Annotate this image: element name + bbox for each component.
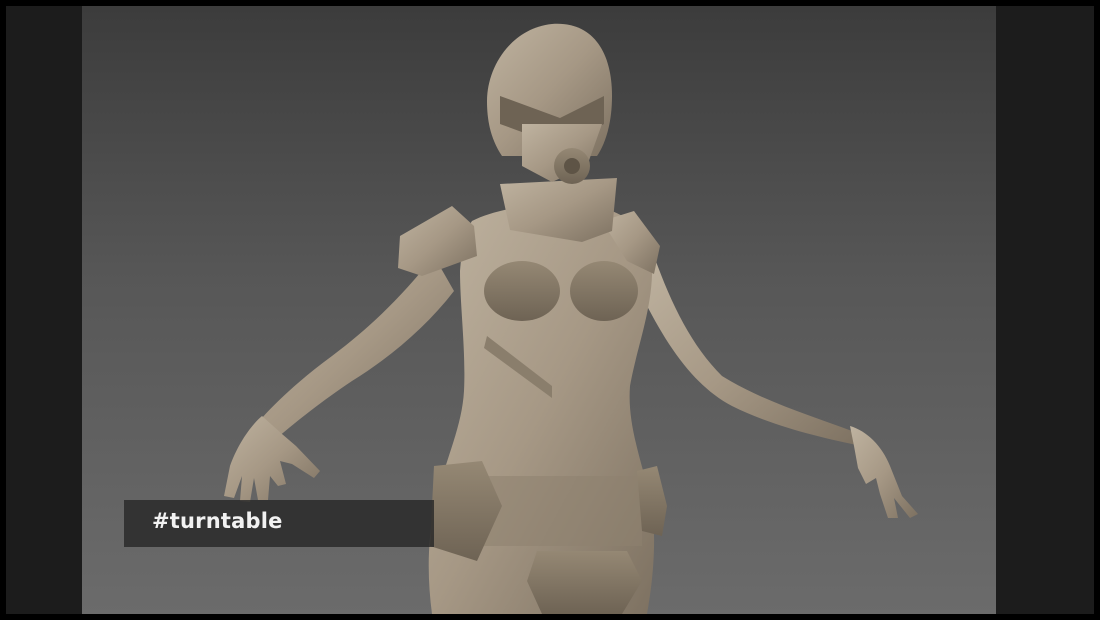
pillarbox-right: [996, 6, 1094, 614]
figure-left-arm: [224, 256, 454, 502]
caption-banner: #turntable: [124, 500, 434, 547]
pillarbox-left: [6, 6, 82, 614]
caption-text: #turntable: [152, 509, 283, 533]
figure-right-arm: [642, 256, 918, 518]
video-frame: #turntable: [0, 0, 1100, 620]
figure-helmet: [487, 23, 612, 184]
